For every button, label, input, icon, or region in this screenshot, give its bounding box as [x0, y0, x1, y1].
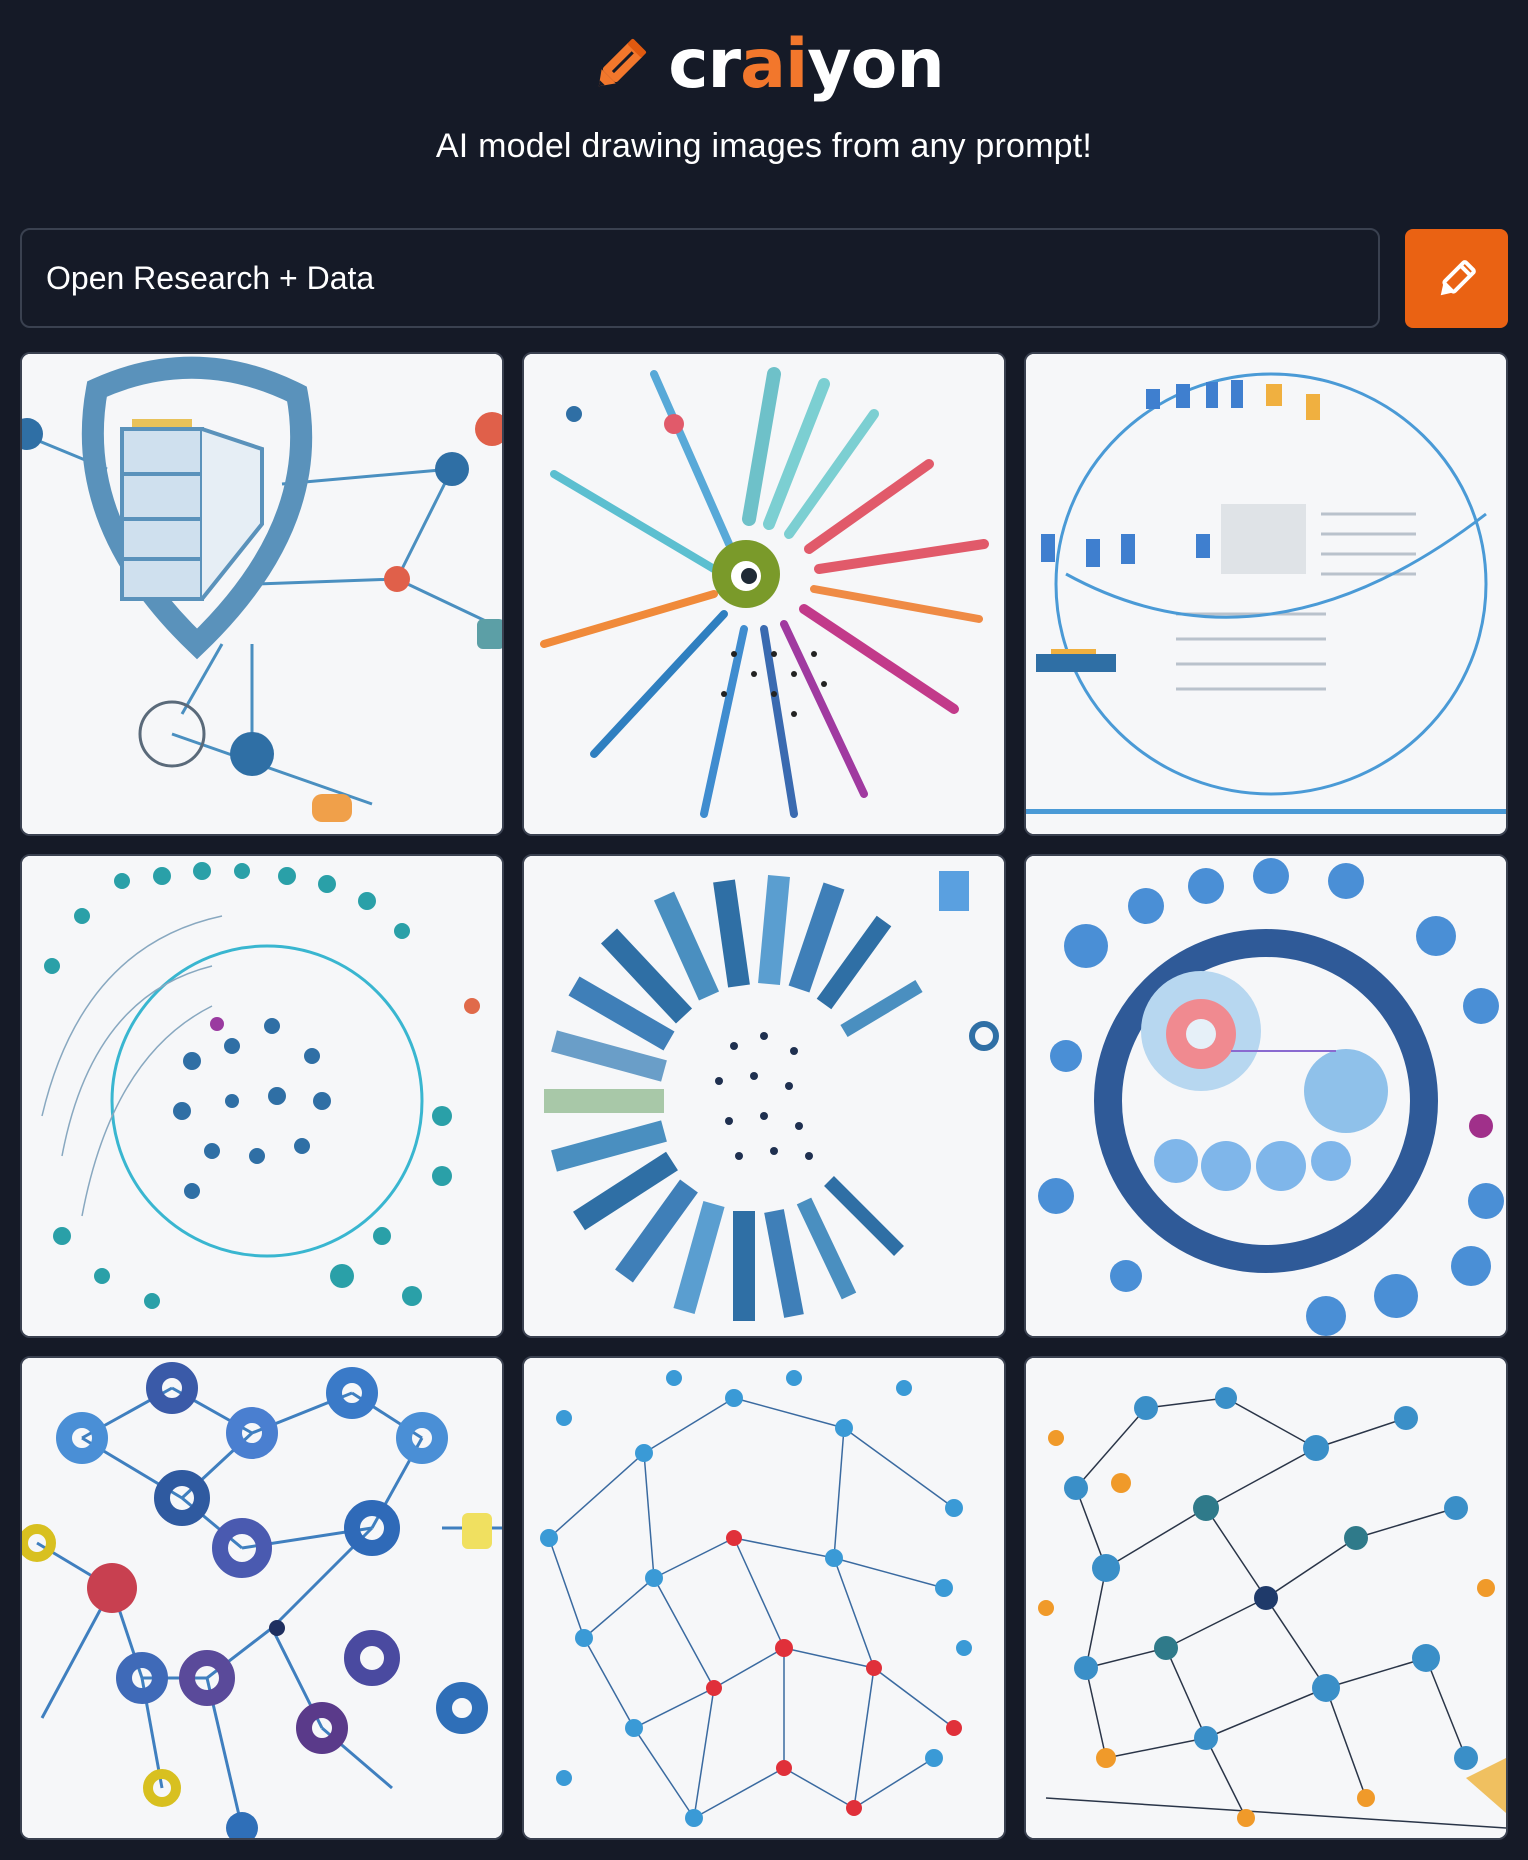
craiyon-page: craiyon AI model drawing images from any…	[0, 0, 1528, 1860]
image-results-grid	[20, 352, 1508, 1840]
generated-image-1[interactable]	[20, 352, 504, 836]
brand-name: craiyon	[668, 25, 945, 104]
brand-header: craiyon	[0, 20, 1528, 110]
generated-image-7[interactable]	[20, 1356, 504, 1840]
pencil-icon	[1440, 259, 1476, 295]
generated-image-2[interactable]	[522, 352, 1006, 836]
generated-image-4[interactable]	[20, 854, 504, 1338]
pencil-icon	[599, 38, 647, 87]
generated-image-5[interactable]	[522, 854, 1006, 1338]
generated-image-3[interactable]	[1024, 352, 1508, 836]
generated-image-6[interactable]	[1024, 854, 1508, 1338]
draw-button[interactable]	[1405, 229, 1508, 328]
tagline: AI model drawing images from any prompt!	[435, 127, 1093, 165]
generated-image-9[interactable]	[1024, 1356, 1508, 1840]
prompt-input[interactable]	[20, 228, 1380, 328]
generated-image-8[interactable]	[522, 1356, 1006, 1840]
